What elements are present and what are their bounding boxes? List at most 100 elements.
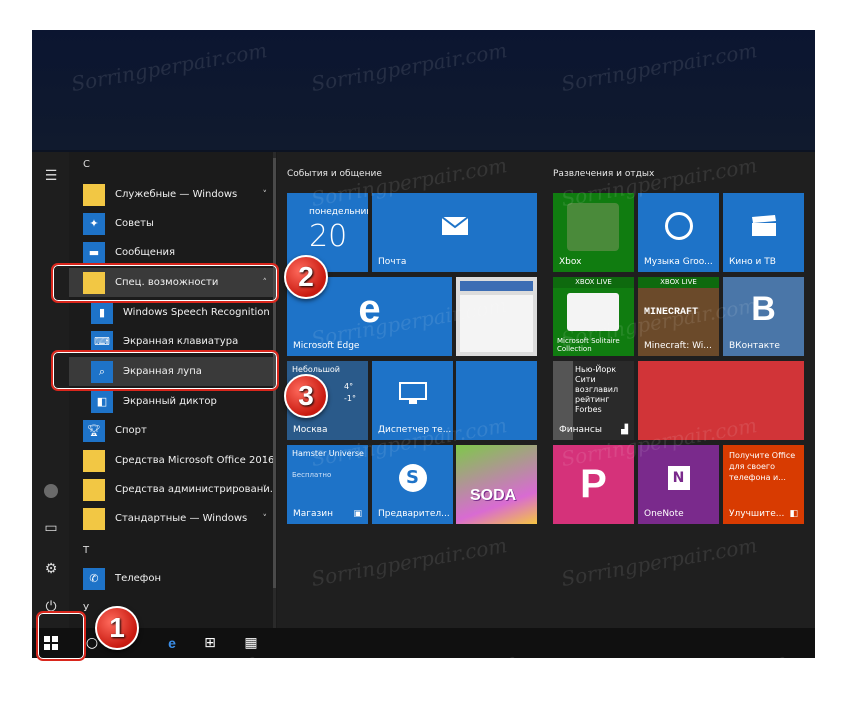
tile-minecraft[interactable]: XBOX LIVE MINECRAFT Minecraft: Wi...	[638, 277, 719, 356]
xbox-live-banner: XBOX LIVE	[638, 277, 719, 288]
tile-task-manager[interactable]: Диспетчер те...	[372, 361, 453, 440]
tile-finance[interactable]: Нью-Йорк Сити возглавил рейтинг Forbes Ф…	[553, 361, 634, 440]
letter-header-c[interactable]: С	[83, 159, 90, 170]
step-badge-2: 2	[284, 255, 328, 299]
tile-browser-preview[interactable]	[456, 277, 537, 356]
tile-label: Финансы	[559, 425, 602, 435]
app-label: Служебные — Windows	[115, 189, 238, 200]
tile-store[interactable]: Hamster Universe Бесплатно Магазин ▣	[287, 445, 368, 524]
chevron-down-icon: ˅	[262, 189, 268, 200]
gear-icon[interactable]: ⚙	[41, 559, 61, 579]
tile-label: OneNote	[644, 509, 684, 519]
tile-label: Xbox	[559, 257, 582, 267]
app-admin-tools[interactable]: Средства администрировани... ˅	[69, 475, 277, 504]
app-label: Windows Speech Recognition	[123, 307, 270, 318]
app-label: Экранная клавиатура	[123, 336, 239, 347]
taskbar: ○ e ⊞ ▦	[32, 628, 815, 658]
tile-label: Музыка Groo...	[644, 257, 713, 267]
app-servisnye-windows[interactable]: Служебные — Windows ˅	[69, 180, 277, 209]
tile-movies[interactable]: Кино и ТВ	[723, 193, 804, 272]
app-sovety[interactable]: ✦ Советы	[69, 209, 277, 238]
app-telefon[interactable]: ✆ Телефон	[69, 564, 277, 593]
tile-empty-blue[interactable]	[456, 361, 537, 440]
tile-label: Магазин	[293, 509, 334, 519]
microphone-icon: ▮	[91, 301, 113, 324]
tile-label: Улучшите...	[729, 509, 785, 519]
chevron-down-icon: ˅	[262, 455, 268, 466]
group-title-entertainment[interactable]: Развлечения и отдых	[553, 169, 654, 179]
store-bag-icon: ▣	[353, 509, 362, 519]
store-app-sub: Бесплатно	[292, 471, 332, 479]
calculator-taskbar-icon[interactable]: ▦	[241, 633, 261, 653]
phone-icon: ✆	[83, 567, 105, 590]
groove-icon	[638, 193, 719, 258]
calendar-date: 20	[309, 219, 348, 254]
app-label: Спорт	[115, 425, 147, 436]
tile-red-large[interactable]	[638, 361, 804, 440]
app-label: Советы	[115, 218, 154, 229]
app-office-tools[interactable]: Средства Microsoft Office 2016 ˅	[69, 446, 277, 475]
letter-header-t[interactable]: Т	[83, 545, 89, 556]
edge-taskbar-icon[interactable]: e	[162, 633, 182, 653]
app-standard-windows[interactable]: Стандартные — Windows ˅	[69, 504, 277, 533]
tile-groove[interactable]: Музыка Groo...	[638, 193, 719, 272]
store-app-title: Hamster Universe	[292, 449, 364, 458]
tile-mail[interactable]: Почта	[372, 193, 537, 272]
lightbulb-icon: ✦	[83, 212, 105, 235]
mail-icon	[372, 193, 537, 258]
tile-solitaire[interactable]: XBOX LIVE Microsoft Solitaire Collection	[553, 277, 634, 356]
narrator-icon: ◧	[91, 390, 113, 413]
app-label: Средства Microsoft Office 2016	[115, 455, 275, 466]
folder-icon	[83, 478, 105, 501]
tile-office[interactable]: Получите Office для своего телефона и...…	[723, 445, 804, 524]
message-icon: ▬	[83, 241, 105, 264]
chevron-down-icon: ˅	[262, 484, 268, 495]
group-title-events[interactable]: События и общение	[287, 169, 382, 179]
tile-skype[interactable]: S Предварител...	[372, 445, 453, 524]
preview-header	[460, 281, 533, 291]
tile-label: ВКонтакте	[729, 341, 780, 351]
tile-label: Диспетчер те...	[378, 425, 452, 435]
app-label: Средства администрировани...	[115, 484, 277, 495]
tile-picsart[interactable]: P	[553, 445, 634, 524]
office-icon: ◧	[789, 509, 798, 519]
step-badge-3: 3	[284, 374, 328, 418]
tile-vk[interactable]: B ВКонтакте	[723, 277, 804, 356]
folder-icon	[83, 183, 105, 206]
tile-area: События и общение Развлечения и отдых по…	[277, 152, 815, 628]
tile-label: Кино и ТВ	[729, 257, 776, 267]
app-label: Экранный диктор	[123, 396, 217, 407]
weather-lo: -1°	[344, 394, 356, 403]
tile-label: Почта	[378, 257, 407, 267]
candy-logo: SODA	[470, 487, 517, 504]
skype-icon: S	[372, 445, 453, 510]
app-sport[interactable]: 🏆︎ Спорт	[69, 416, 277, 445]
tile-label: Minecraft: Wi...	[644, 341, 712, 351]
tile-candy-crush[interactable]: SODA	[456, 445, 537, 524]
tile-xbox[interactable]: Xbox	[553, 193, 634, 272]
xbox-live-banner: XBOX LIVE	[553, 277, 634, 288]
task-manager-icon	[372, 361, 453, 426]
folder-icon	[83, 449, 105, 472]
preview-content	[460, 295, 533, 352]
clapperboard-icon	[723, 193, 804, 258]
app-ekrannyj-diktor[interactable]: ◧ Экранный диктор	[69, 387, 277, 416]
onenote-icon: N	[638, 445, 719, 510]
chevron-down-icon: ˅	[262, 513, 268, 524]
app-label: Сообщения	[115, 247, 176, 258]
tile-label: Москва	[293, 425, 328, 435]
minecraft-logo: MINECRAFT	[644, 307, 699, 318]
weather-hi: 4°	[344, 382, 354, 391]
store-taskbar-icon[interactable]: ⊞	[200, 633, 220, 653]
picsart-icon: P	[580, 462, 607, 506]
trophy-icon: 🏆︎	[83, 419, 105, 442]
playing-cards-icon	[567, 293, 619, 331]
hamburger-icon[interactable]: ☰	[41, 166, 61, 186]
documents-icon[interactable]: ▭	[41, 518, 61, 538]
user-avatar-icon[interactable]	[41, 481, 61, 501]
folder-icon	[83, 507, 105, 530]
chart-icon: ▟	[621, 425, 628, 435]
tile-onenote[interactable]: N OneNote	[638, 445, 719, 524]
xbox-avatars-icon	[567, 203, 619, 251]
step-badge-1: 1	[95, 606, 139, 650]
